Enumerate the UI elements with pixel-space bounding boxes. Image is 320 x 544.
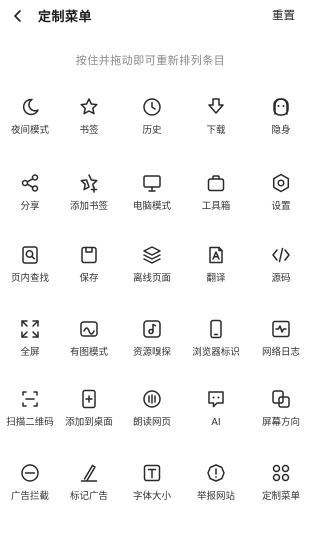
menu-item[interactable]: 朗读网页 xyxy=(122,388,182,438)
menu-item-label: 夜间模式 xyxy=(10,125,49,136)
ghost-icon xyxy=(270,96,292,118)
menu-item-label: 广告拦截 xyxy=(10,491,49,502)
menu-item[interactable]: 全屏 xyxy=(0,318,60,368)
menu-item[interactable]: 屏幕方向 xyxy=(241,388,301,438)
reset-button[interactable]: 重置 xyxy=(272,7,295,23)
menu-item-label: 保存 xyxy=(79,273,99,284)
menu-item-label: 朗读网页 xyxy=(132,417,171,428)
code-icon xyxy=(270,244,292,266)
menu-item-label: 举报网站 xyxy=(196,491,235,502)
menu-item[interactable]: 添加到桌面 xyxy=(59,388,119,438)
menu-item[interactable]: 有图模式 xyxy=(59,318,119,368)
chevron-left-icon xyxy=(14,10,21,22)
menu-item[interactable]: 网络日志 xyxy=(241,318,301,368)
monitor-icon xyxy=(141,172,163,194)
fullscreen-icon xyxy=(19,318,41,340)
pulse-icon xyxy=(270,318,292,340)
menu-item-label: 全屏 xyxy=(20,347,40,358)
phone-icon xyxy=(205,318,227,340)
menu-item[interactable]: 下载 xyxy=(186,96,246,146)
menu-item-label: 下载 xyxy=(206,125,226,136)
menu-item-label: 定制菜单 xyxy=(261,491,300,502)
screen-rotation-icon xyxy=(270,388,292,410)
menu-item-label: 工具箱 xyxy=(201,201,231,212)
menu-item[interactable]: 离线页面 xyxy=(122,244,182,294)
download-arrow-icon xyxy=(205,96,227,118)
menu-item-label: 设置 xyxy=(271,201,291,212)
star-plus-icon xyxy=(78,172,100,194)
save-icon xyxy=(78,244,100,266)
top-bar: 定制菜单 重置 xyxy=(0,0,301,30)
menu-item[interactable]: 保存 xyxy=(59,244,119,294)
menu-item[interactable]: 资源嗅探 xyxy=(122,318,182,368)
menu-item[interactable]: 翻译 xyxy=(186,244,246,294)
moon-icon xyxy=(19,96,41,118)
menu-item[interactable]: 设置 xyxy=(241,172,301,222)
star-icon xyxy=(78,96,100,118)
share-icon xyxy=(19,172,41,194)
menu-item[interactable]: 浏览器标识 xyxy=(186,318,246,368)
menu-item[interactable]: 扫描二维码 xyxy=(0,388,60,438)
menu-item[interactable]: 广告拦截 xyxy=(0,462,60,512)
menu-item-label: 隐身 xyxy=(271,125,291,136)
music-note-icon xyxy=(141,318,163,340)
menu-item[interactable]: AI xyxy=(186,388,246,438)
menu-item-label: 历史 xyxy=(142,125,162,136)
menu-item[interactable]: 标记广告 xyxy=(59,462,119,512)
layers-icon xyxy=(141,244,163,266)
clock-icon xyxy=(141,96,163,118)
menu-item[interactable]: 工具箱 xyxy=(186,172,246,222)
menu-item[interactable]: 源码 xyxy=(241,244,301,294)
menu-item-label: 添加到桌面 xyxy=(65,417,113,428)
menu-item-label: 源码 xyxy=(271,273,291,284)
menu-item[interactable]: 举报网站 xyxy=(186,462,246,512)
menu-item[interactable]: 字体大小 xyxy=(122,462,182,512)
ai-chat-icon xyxy=(205,388,227,410)
toolbox-icon xyxy=(205,172,227,194)
menu-item-label: 网络日志 xyxy=(261,347,300,358)
settings-hexagon-icon xyxy=(270,172,292,194)
block-icon xyxy=(19,462,41,484)
menu-item-label: AI xyxy=(211,417,221,428)
menu-item-label: 有图模式 xyxy=(69,347,108,358)
menu-item-label: 浏览器标识 xyxy=(192,347,240,358)
menu-item[interactable]: 添加书签 xyxy=(59,172,119,222)
menu-item-label: 电脑模式 xyxy=(132,201,171,212)
add-to-desktop-icon xyxy=(78,388,100,410)
font-size-icon xyxy=(141,462,163,484)
menu-item-label: 添加书签 xyxy=(69,201,108,212)
menu-item-label: 页内查找 xyxy=(10,273,49,284)
report-icon xyxy=(205,462,227,484)
grid-custom-icon xyxy=(270,462,292,484)
menu-item[interactable]: 隐身 xyxy=(241,96,301,146)
menu-item[interactable]: 定制菜单 xyxy=(241,462,301,512)
back-button[interactable] xyxy=(8,6,28,26)
read-aloud-icon xyxy=(141,388,163,410)
menu-item-label: 离线页面 xyxy=(132,273,171,284)
menu-item-label: 资源嗅探 xyxy=(132,347,171,358)
pen-icon xyxy=(78,462,100,484)
page-title: 定制菜单 xyxy=(38,10,93,25)
menu-item-label: 字体大小 xyxy=(132,491,171,502)
menu-item-label: 翻译 xyxy=(206,273,226,284)
menu-item-label: 屏幕方向 xyxy=(261,417,300,428)
menu-item-label: 扫描二维码 xyxy=(6,417,54,428)
menu-item[interactable]: 夜间模式 xyxy=(0,96,60,146)
menu-item[interactable]: 电脑模式 xyxy=(122,172,182,222)
find-in-page-icon xyxy=(19,244,41,266)
menu-item[interactable]: 历史 xyxy=(122,96,182,146)
menu-item[interactable]: 分享 xyxy=(0,172,60,222)
translate-icon xyxy=(205,244,227,266)
menu-item[interactable]: 书签 xyxy=(59,96,119,146)
drag-hint-text: 按住并拖动即可重新排列条目 xyxy=(75,54,226,67)
menu-item-label: 分享 xyxy=(20,201,40,212)
image-mode-icon xyxy=(78,318,100,340)
scan-icon xyxy=(19,388,41,410)
menu-item-label: 标记广告 xyxy=(69,491,108,502)
menu-item[interactable]: 页内查找 xyxy=(0,244,60,294)
menu-item-label: 书签 xyxy=(79,125,99,136)
